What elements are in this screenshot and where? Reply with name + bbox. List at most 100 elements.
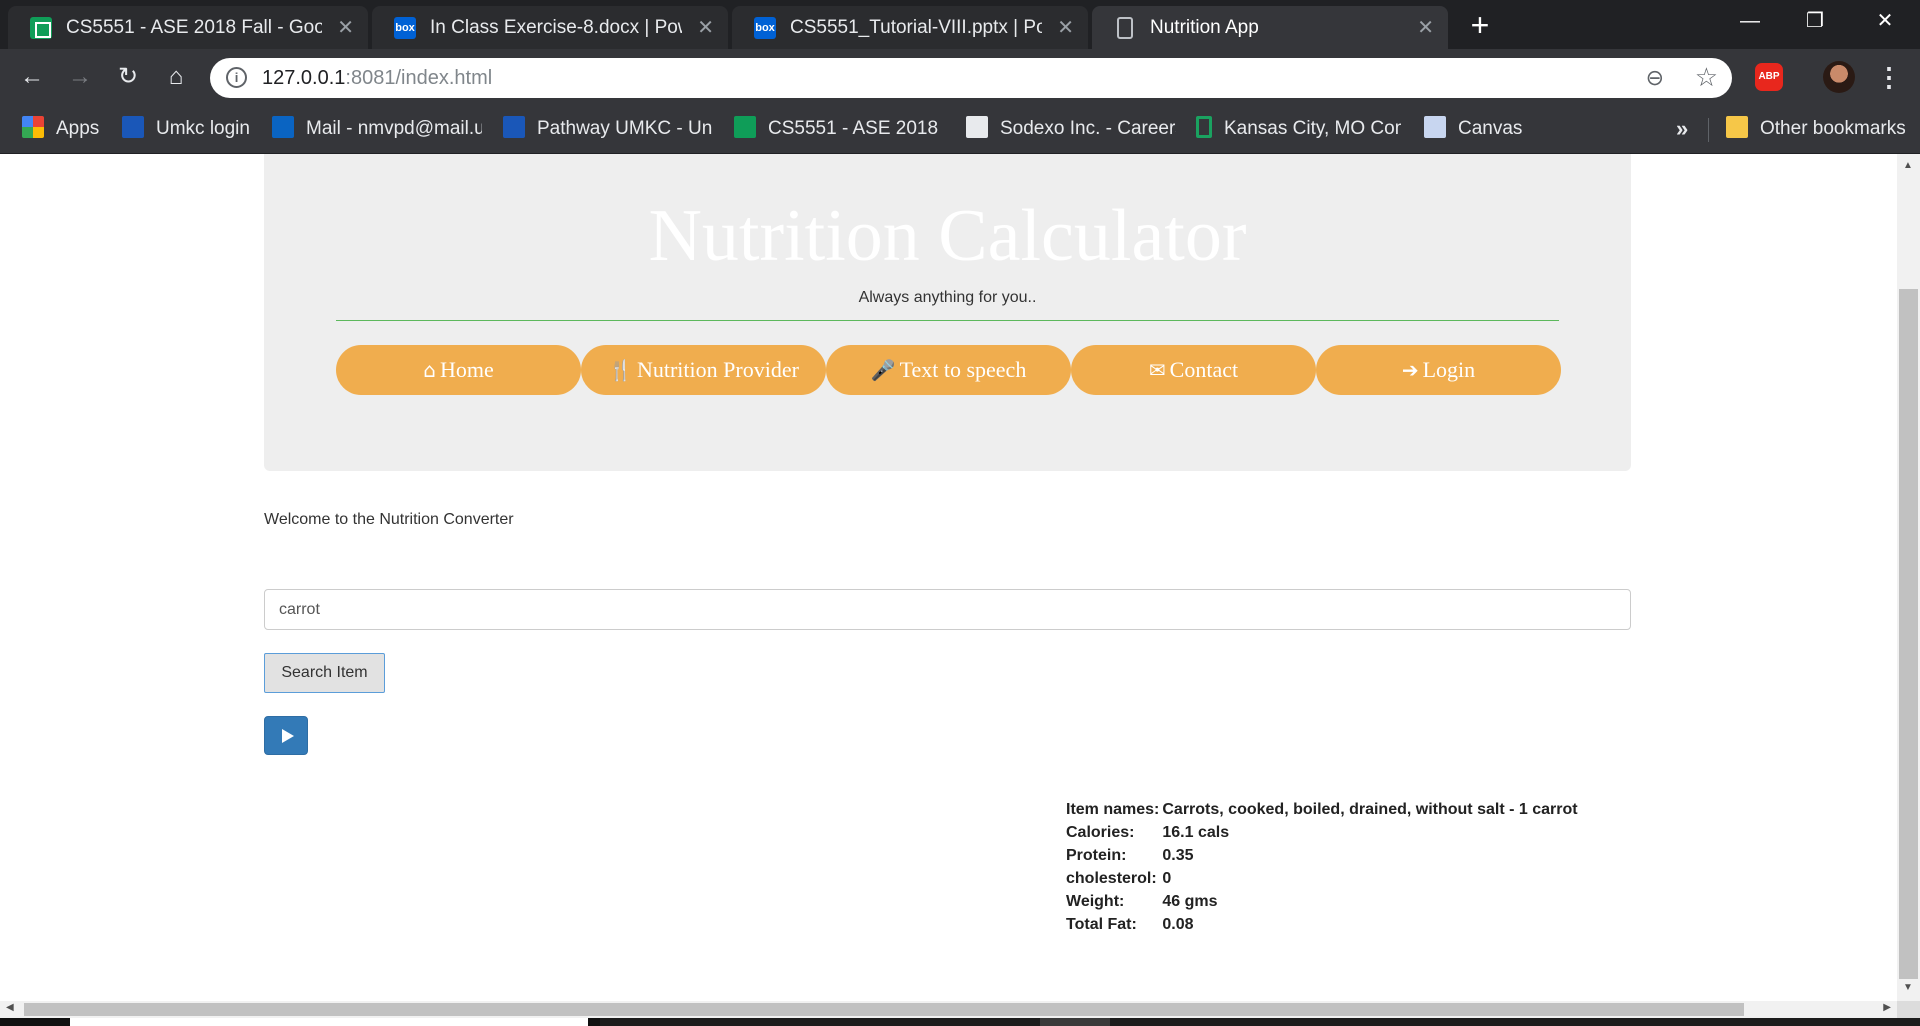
bookmark-kansas-city[interactable]: Kansas City, MO Com (1196, 116, 1401, 144)
tab-title: Nutrition App (1150, 17, 1259, 38)
close-icon[interactable]: ✕ (337, 15, 354, 40)
result-value: 0 (1162, 870, 1172, 887)
result-value: 0.08 (1162, 916, 1194, 933)
bookmark-umkc-login[interactable]: Umkc login (122, 116, 262, 144)
scroll-left-icon[interactable]: ◀ (6, 1002, 14, 1013)
apps-grid-icon (22, 116, 44, 138)
vertical-scrollbar[interactable]: ▲ ▼ (1897, 154, 1920, 1001)
result-row: Calories: 16.1 cals (1066, 824, 1581, 847)
menu-icon[interactable]: ⋮ (1876, 59, 1902, 95)
result-value: Carrots, cooked, boiled, drained, withou… (1162, 801, 1578, 818)
taskbar-item[interactable] (1040, 1018, 1110, 1026)
scroll-up-icon[interactable]: ▲ (1903, 160, 1913, 171)
header-jumbotron: Nutrition Calculator Always anything for… (264, 154, 1631, 471)
bookmark-canvas[interactable]: Canvas (1424, 116, 1522, 144)
star-icon[interactable]: ☆ (1695, 62, 1718, 93)
sheets-icon (734, 116, 756, 138)
result-label: Protein: (1066, 847, 1127, 864)
back-icon[interactable]: ← (14, 59, 50, 95)
umkc-icon (122, 116, 144, 138)
close-icon[interactable]: ✕ (1417, 15, 1434, 40)
envelope-icon: ✉ (1148, 358, 1166, 382)
adblock-icon[interactable]: ABP (1755, 63, 1783, 91)
nav-nutrition-provider-button[interactable]: 🍴 Nutrition Provider (581, 345, 826, 395)
scroll-right-icon[interactable]: ▶ (1883, 1002, 1891, 1013)
bookmark-sodexo[interactable]: Sodexo Inc. - Careers (966, 116, 1176, 144)
bookmark-apps[interactable]: Apps (22, 116, 99, 144)
home-icon: ⌂ (423, 358, 436, 382)
close-icon[interactable]: ✕ (1057, 15, 1074, 40)
bookmarks-divider (1708, 118, 1709, 142)
other-bookmarks[interactable]: Other bookmarks (1726, 116, 1906, 144)
search-item-button[interactable]: Search Item (264, 653, 385, 693)
home-browser-icon[interactable]: ⌂ (158, 59, 194, 95)
result-label: Weight: (1066, 893, 1125, 910)
new-tab-button[interactable]: + (1462, 8, 1498, 44)
cutlery-icon: 🍴 (608, 358, 633, 382)
avatar[interactable] (1823, 61, 1855, 93)
taskbar-strip (0, 1018, 1920, 1026)
more-bookmarks-button[interactable]: » (1676, 116, 1688, 142)
login-icon: ➔ (1401, 358, 1419, 382)
tab-title: CS5551_Tutorial-VIII.pptx | Power (790, 17, 1042, 38)
bookmarks-bar: Apps Umkc login Mail - nmvpd@mail.u Path… (0, 106, 1920, 154)
scroll-down-icon[interactable]: ▼ (1903, 982, 1913, 993)
page-tagline: Always anything for you.. (858, 289, 1037, 306)
reload-icon[interactable]: ↻ (110, 59, 146, 95)
zoom-icon[interactable]: ⊖ (1646, 65, 1664, 91)
page-viewport: Nutrition Calculator Always anything for… (0, 154, 1897, 1001)
minimize-button[interactable]: — (1715, 0, 1785, 44)
result-row: Item names: Carrots, cooked, boiled, drai… (1066, 801, 1581, 824)
scrollbar-corner (1897, 1001, 1920, 1018)
tab-in-class-exercise[interactable]: box In Class Exercise-8.docx | Powered ✕ (372, 6, 728, 49)
result-value: 0.35 (1162, 847, 1194, 864)
url-text[interactable]: 127.0.0.1:8081/index.html (262, 67, 492, 90)
forward-icon[interactable]: → (62, 59, 98, 95)
result-value: 16.1 cals (1162, 824, 1230, 841)
tab-bar: CS5551 - ASE 2018 Fall - Google ✕ box In… (0, 0, 1920, 49)
tab-nutrition-app[interactable]: Nutrition App ✕ (1092, 6, 1448, 49)
box-icon: box (394, 17, 416, 39)
header-divider (336, 320, 1559, 321)
microphone-icon: 🎤 (870, 358, 896, 382)
welcome-text: Welcome to the Nutrition Converter (264, 511, 514, 528)
result-label: Calories: (1066, 824, 1135, 841)
close-icon[interactable]: ✕ (697, 15, 714, 40)
address-bar[interactable]: i 127.0.0.1:8081/index.html ⊖ ☆ (210, 58, 1732, 98)
result-label: Total Fat: (1066, 916, 1137, 933)
bookmark-mail[interactable]: Mail - nmvpd@mail.u (272, 116, 482, 144)
nutrition-results: Item names: Carrots, cooked, boiled, drai… (1066, 801, 1581, 939)
result-row: Total Fat: 0.08 (1066, 916, 1581, 939)
browser-toolbar: ← → ↻ ⌂ i 127.0.0.1:8081/index.html ⊖ ☆ … (0, 49, 1920, 106)
horizontal-scrollbar[interactable]: ◀ ▶ (0, 1001, 1897, 1018)
result-row: Protein: 0.35 (1066, 847, 1581, 870)
bookmark-icon (1196, 116, 1212, 138)
folder-icon (1726, 116, 1748, 138)
nav-login-button[interactable]: ➔ Login (1316, 345, 1561, 395)
close-window-button[interactable]: ✕ (1850, 0, 1920, 44)
box-icon: box (754, 17, 776, 39)
info-icon[interactable]: i (226, 67, 247, 88)
taskbar-background (600, 1018, 1920, 1026)
taskbar-item[interactable] (70, 1018, 588, 1026)
sheets-icon (30, 17, 52, 39)
file-icon (966, 116, 988, 138)
horizontal-scroll-thumb[interactable] (24, 1003, 1744, 1016)
bookmark-pathway[interactable]: Pathway UMKC - Univ (503, 116, 713, 144)
search-input[interactable] (264, 589, 1631, 630)
bookmark-cs5551-sheet[interactable]: CS5551 - ASE 2018 Fa (734, 116, 944, 144)
nav-contact-button[interactable]: ✉ Contact (1071, 345, 1316, 395)
result-row: Weight: 46 gms (1066, 893, 1581, 916)
restore-button[interactable]: ❐ (1780, 0, 1850, 44)
tab-cs5551-sheet[interactable]: CS5551 - ASE 2018 Fall - Google ✕ (8, 6, 368, 49)
nav-home-button[interactable]: ⌂ Home (336, 345, 581, 395)
tab-title: CS5551 - ASE 2018 Fall - Google (66, 17, 322, 38)
nav-text-to-speech-button[interactable]: 🎤 Text to speech (826, 345, 1071, 395)
vertical-scroll-thumb[interactable] (1899, 289, 1918, 979)
play-speech-button[interactable] (264, 716, 308, 755)
outlook-icon (272, 116, 294, 138)
result-row: cholesterol: 0 (1066, 870, 1581, 893)
tab-tutorial-pptx[interactable]: box CS5551_Tutorial-VIII.pptx | Power ✕ (732, 6, 1088, 49)
page-title: Nutrition Calculator (648, 195, 1247, 277)
result-label: cholesterol: (1066, 870, 1157, 887)
